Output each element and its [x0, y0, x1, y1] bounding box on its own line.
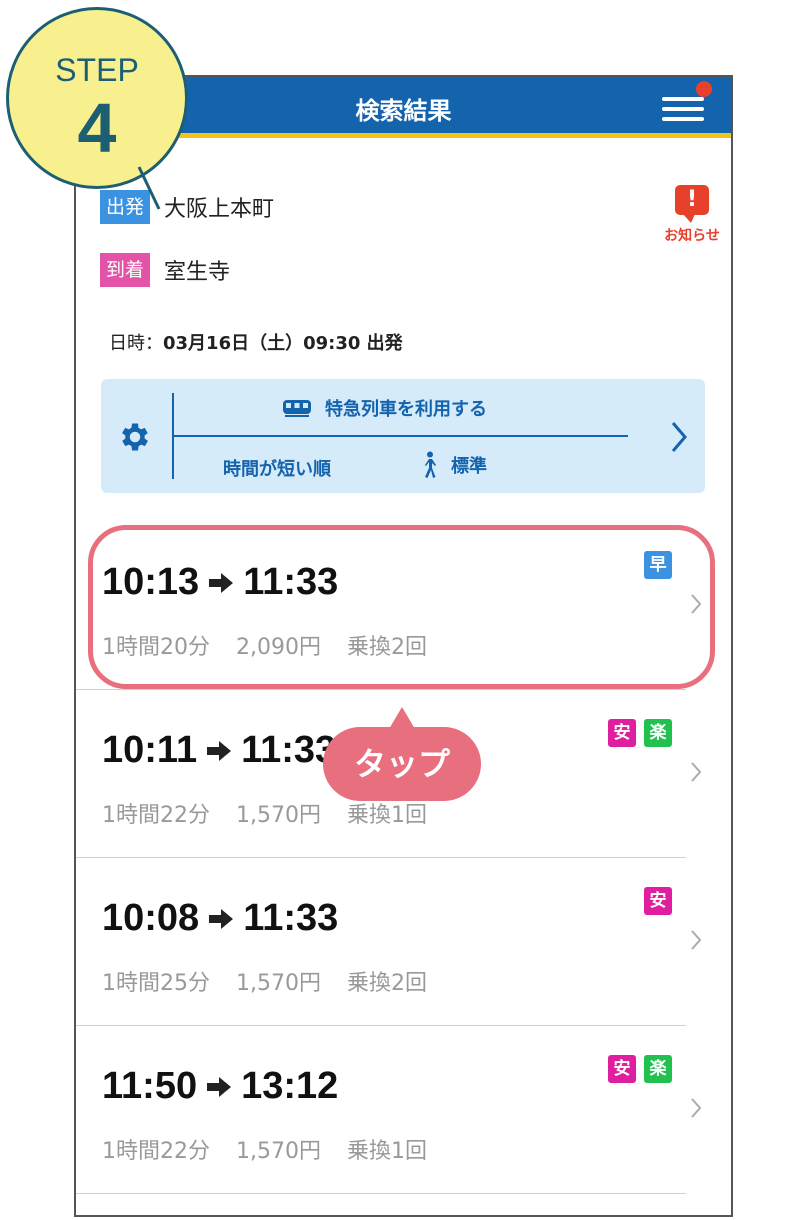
- result-badge: 安: [644, 887, 672, 915]
- train-icon: [283, 400, 311, 417]
- result-duration: 1時間22分: [102, 1139, 210, 1164]
- result-fare: 2,090円: [236, 635, 321, 660]
- datetime-label: 日時：: [109, 333, 163, 354]
- result-fare: 1,570円: [236, 803, 321, 828]
- result-meta: 1時間22分 1,570円 乗換1回: [102, 797, 453, 829]
- result-meta: 1時間20分 2,090円 乗換2回: [102, 629, 453, 661]
- arrival-time: 13:12: [241, 1065, 339, 1107]
- result-badge: 安: [608, 719, 636, 747]
- result-row[interactable]: 10:08 11:33 1時間25分 1,570円 乗換2回 安: [76, 859, 702, 1026]
- result-times: 10:11 11:33: [102, 729, 336, 772]
- notice-button[interactable]: ! お知らせ: [652, 185, 731, 245]
- result-times: 11:50 13:12: [102, 1065, 338, 1108]
- result-badges: 安楽: [600, 719, 672, 747]
- walk-speed-option: 標準: [419, 451, 487, 479]
- result-duration: 1時間22分: [102, 803, 210, 828]
- arrow-right-icon: [209, 572, 234, 593]
- search-options-panel[interactable]: 特急列車を利用する 時間が短い順 標準: [101, 379, 705, 493]
- result-badges: 安: [636, 887, 672, 915]
- sort-order: 時間が短い順: [223, 459, 331, 480]
- arrow-right-icon: [207, 740, 232, 761]
- hamburger-icon-bar: [662, 107, 704, 111]
- arrow-right-icon: [209, 908, 234, 929]
- departure-row: 出発 大阪上本町: [100, 189, 274, 225]
- result-transfers: 乗換1回: [346, 1139, 427, 1164]
- phone-screen: 検索結果 出発 大阪上本町 到着 室生寺 ! お知らせ 日時：03月16日（土）…: [74, 75, 733, 1217]
- arrow-right-icon: [207, 1076, 232, 1097]
- result-fare: 1,570円: [236, 1139, 321, 1164]
- step-number: 4: [77, 89, 117, 167]
- walking-person-icon: [425, 451, 436, 478]
- walk-speed-label: 標準: [451, 456, 487, 477]
- result-row[interactable]: 11:50 13:12 1時間22分 1,570円 乗換1回 安楽: [76, 1027, 702, 1194]
- tap-callout: タップ: [323, 707, 481, 801]
- result-times: 10:13 11:33: [102, 561, 338, 604]
- chevron-right-icon: [691, 930, 702, 950]
- result-badge: 楽: [644, 719, 672, 747]
- notice-label: お知らせ: [664, 228, 720, 244]
- departure-time: 10:13: [102, 561, 200, 603]
- result-badges: 早: [636, 551, 672, 579]
- chevron-right-icon: [691, 594, 702, 614]
- express-label: 特急列車を利用する: [325, 399, 487, 420]
- arrival-tag: 到着: [100, 253, 151, 287]
- datetime-value: 03月16日（土）09:30 出発: [163, 333, 403, 354]
- result-transfers: 乗換2回: [346, 971, 427, 996]
- step-badge: STEP 4: [6, 7, 188, 189]
- hamburger-icon: [662, 97, 704, 101]
- departure-time: 10:08: [102, 897, 200, 939]
- hamburger-icon-bar: [662, 117, 704, 121]
- step-pointer: [137, 166, 161, 210]
- step-label: STEP: [55, 52, 139, 88]
- result-transfers: 乗換2回: [346, 635, 427, 660]
- departure-station: 大阪上本町: [164, 197, 275, 222]
- result-duration: 1時間20分: [102, 635, 210, 660]
- options-divider-horizontal: [172, 435, 628, 437]
- result-meta: 1時間22分 1,570円 乗換1回: [102, 1133, 453, 1165]
- result-badge: 楽: [644, 1055, 672, 1083]
- result-badge: 安: [608, 1055, 636, 1083]
- gear-icon: [122, 423, 148, 451]
- menu-button[interactable]: [662, 97, 704, 123]
- chevron-right-icon: [671, 422, 687, 452]
- departure-time: 11:50: [102, 1065, 198, 1107]
- exclamation-icon: !: [675, 185, 709, 223]
- departure-time: 10:11: [102, 729, 198, 771]
- result-badges: 安楽: [600, 1055, 672, 1083]
- chevron-right-icon: [691, 1098, 702, 1118]
- result-badge: 早: [644, 551, 672, 579]
- result-row[interactable]: 10:13 11:33 1時間20分 2,090円 乗換2回 早: [76, 523, 702, 690]
- search-datetime: 日時：03月16日（土）09:30 出発: [109, 329, 403, 355]
- result-duration: 1時間25分: [102, 971, 210, 996]
- arrival-time: 11:33: [243, 561, 339, 603]
- arrival-row: 到着 室生寺: [100, 252, 230, 288]
- result-fare: 1,570円: [236, 971, 321, 996]
- arrival-station: 室生寺: [164, 260, 231, 285]
- chevron-right-icon: [691, 762, 702, 782]
- arrival-time: 11:33: [243, 897, 339, 939]
- notification-dot: [696, 81, 712, 97]
- express-option: 特急列車を利用する: [281, 395, 487, 421]
- result-transfers: 乗換1回: [346, 803, 427, 828]
- result-meta: 1時間25分 1,570円 乗換2回: [102, 965, 453, 997]
- result-times: 10:08 11:33: [102, 897, 338, 940]
- arrival-time: 11:33: [241, 729, 337, 771]
